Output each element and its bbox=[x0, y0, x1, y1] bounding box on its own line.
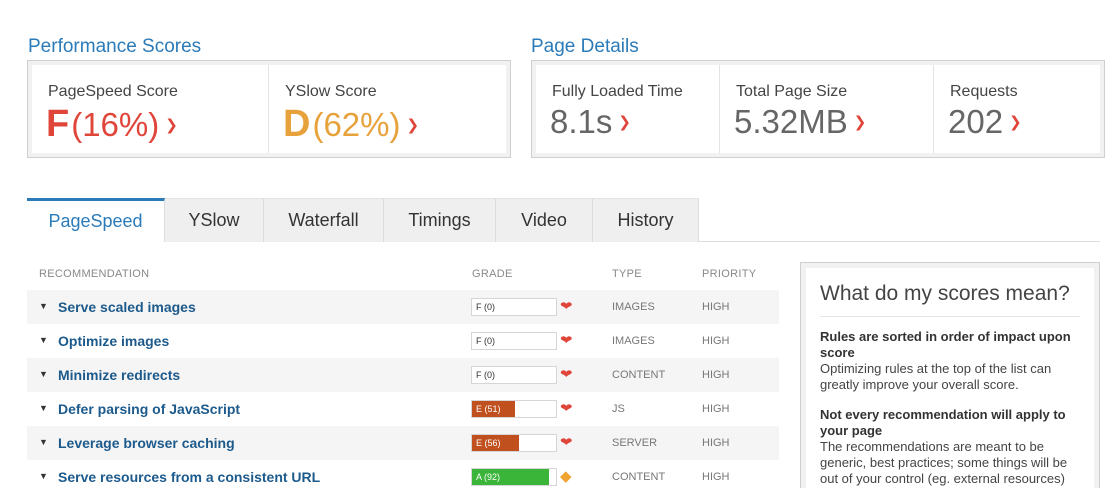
page-size-box: Total Page Size 5.32MB ❯ bbox=[720, 65, 934, 153]
recommendation-name[interactable]: Minimize redirects bbox=[58, 367, 180, 383]
pagespeed-score-box[interactable]: PageSpeed Score F (16%) ❯ bbox=[32, 65, 269, 153]
info-body: Optimizing rules at the top of the list … bbox=[820, 361, 1052, 392]
tab-yslow[interactable]: YSlow bbox=[165, 198, 264, 242]
page-details-panel: Fully Loaded Time 8.1s ❯ Total Page Size… bbox=[531, 60, 1105, 158]
grade-text: A (92) bbox=[476, 472, 501, 482]
chevron-down-icon: ❤ bbox=[560, 333, 573, 348]
yslow-grade: D bbox=[283, 103, 311, 145]
table-row[interactable]: ▼ Serve resources from a consistent URL … bbox=[27, 460, 779, 488]
info-heading: Rules are sorted in order of impact upon… bbox=[820, 329, 1071, 360]
requests-value: 202 ❯ bbox=[948, 103, 1022, 141]
grade-text: E (51) bbox=[476, 404, 501, 414]
requests-box: Requests 202 ❯ bbox=[934, 65, 1100, 153]
recommendation-name[interactable]: Optimize images bbox=[58, 333, 169, 349]
grade-bar: F (0) bbox=[471, 366, 557, 384]
yslow-score-value: D (62%) ❯ bbox=[283, 103, 419, 146]
tab-waterfall[interactable]: Waterfall bbox=[264, 198, 384, 242]
recommendation-priority: HIGH bbox=[702, 335, 730, 347]
triangle-down-icon[interactable]: ▼ bbox=[39, 437, 48, 447]
recommendation-type: IMAGES bbox=[612, 335, 655, 347]
triangle-down-icon[interactable]: ▼ bbox=[39, 369, 48, 379]
grade-bar: F (0) bbox=[471, 332, 557, 350]
grade-bar: E (56) bbox=[471, 434, 557, 452]
recommendation-name[interactable]: Defer parsing of JavaScript bbox=[58, 401, 240, 417]
triangle-down-icon[interactable]: ▼ bbox=[39, 403, 48, 413]
pagespeed-score-value: F (16%) ❯ bbox=[46, 103, 178, 146]
triangle-down-icon[interactable]: ▼ bbox=[39, 301, 48, 311]
recommendation-name[interactable]: Serve scaled images bbox=[58, 299, 196, 315]
info-body: The recommendations are meant to be gene… bbox=[820, 439, 1068, 488]
chevron-down-icon: ❤ bbox=[560, 367, 573, 382]
table-row[interactable]: ▼ Defer parsing of JavaScript E (51) ❤ J… bbox=[27, 392, 779, 426]
chevron-down-icon: ❤ bbox=[560, 435, 573, 450]
chevron-down-icon: ❯ bbox=[853, 114, 867, 131]
page-details-title: Page Details bbox=[531, 36, 639, 57]
recommendation-priority: HIGH bbox=[702, 301, 730, 313]
tab-pagespeed[interactable]: PageSpeed bbox=[27, 198, 165, 242]
tab-video[interactable]: Video bbox=[496, 198, 593, 242]
recommendation-table-header: RECOMMENDATION GRADE TYPE PRIORITY bbox=[27, 268, 779, 282]
report-tabs: PageSpeed YSlow Waterfall Timings Video … bbox=[27, 198, 699, 242]
pagespeed-score-label: PageSpeed Score bbox=[48, 83, 178, 100]
yslow-score-label: YSlow Score bbox=[285, 83, 377, 100]
table-row[interactable]: ▼ Serve scaled images F (0) ❤ IMAGES HIG… bbox=[27, 290, 779, 324]
recommendation-priority: HIGH bbox=[702, 471, 730, 483]
performance-scores-panel: PageSpeed Score F (16%) ❯ YSlow Score D … bbox=[27, 60, 511, 158]
grade-text: F (0) bbox=[476, 370, 495, 380]
info-heading: Not every recommendation will apply to y… bbox=[820, 407, 1066, 438]
yslow-score-box[interactable]: YSlow Score D (62%) ❯ bbox=[269, 65, 506, 153]
fully-loaded-label: Fully Loaded Time bbox=[552, 83, 683, 100]
yslow-percent: (62%) bbox=[312, 106, 401, 143]
fully-loaded-number: 8.1s bbox=[550, 103, 613, 140]
grade-bar: E (51) bbox=[471, 400, 557, 418]
grade-text: F (0) bbox=[476, 302, 495, 312]
triangle-down-icon[interactable]: ▼ bbox=[39, 335, 48, 345]
recommendation-type: IMAGES bbox=[612, 301, 655, 313]
performance-scores-title: Performance Scores bbox=[28, 36, 202, 57]
column-recommendation: RECOMMENDATION bbox=[39, 268, 150, 280]
pagespeed-percent: (16%) bbox=[71, 106, 160, 143]
grade-bar: F (0) bbox=[471, 298, 557, 316]
recommendation-name[interactable]: Leverage browser caching bbox=[58, 435, 235, 451]
page-size-label: Total Page Size bbox=[736, 83, 848, 100]
column-grade: GRADE bbox=[472, 268, 513, 280]
page-size-value: 5.32MB ❯ bbox=[734, 103, 866, 141]
table-row[interactable]: ▼ Minimize redirects F (0) ❤ CONTENT HIG… bbox=[27, 358, 779, 392]
chevron-down-icon: ❯ bbox=[406, 117, 420, 134]
recommendation-priority: HIGH bbox=[702, 403, 730, 415]
triangle-down-icon[interactable]: ▼ bbox=[39, 471, 48, 481]
chevron-down-icon: ❤ bbox=[560, 401, 573, 416]
tab-divider bbox=[699, 241, 1100, 242]
tab-history[interactable]: History bbox=[593, 198, 699, 242]
recommendation-name[interactable]: Serve resources from a consistent URL bbox=[58, 469, 320, 485]
recommendation-type: JS bbox=[612, 403, 625, 415]
table-row[interactable]: ▼ Optimize images F (0) ❤ IMAGES HIGH bbox=[27, 324, 779, 358]
chevron-down-icon: ❯ bbox=[618, 114, 631, 131]
recommendation-priority: HIGH bbox=[702, 437, 730, 449]
scores-info-panel: What do my scores mean? Rules are sorted… bbox=[800, 262, 1100, 488]
requests-number: 202 bbox=[948, 103, 1004, 140]
fully-loaded-value: 8.1s ❯ bbox=[550, 103, 631, 141]
pagespeed-grade: F bbox=[46, 103, 70, 145]
fully-loaded-box: Fully Loaded Time 8.1s ❯ bbox=[536, 65, 720, 153]
grade-bar: A (92) bbox=[471, 468, 557, 486]
recommendation-type: SERVER bbox=[612, 437, 658, 449]
scores-info-title: What do my scores mean? bbox=[820, 282, 1080, 317]
chevron-down-icon: ❯ bbox=[1009, 114, 1022, 131]
recommendation-priority: HIGH bbox=[702, 369, 730, 381]
grade-text: E (56) bbox=[476, 438, 501, 448]
table-row[interactable]: ▼ Leverage browser caching E (56) ❤ SERV… bbox=[27, 426, 779, 460]
grade-text: F (0) bbox=[476, 336, 495, 346]
page-size-number: 5.32MB bbox=[734, 103, 848, 140]
diamond-icon: ◆ bbox=[560, 468, 572, 485]
column-priority: PRIORITY bbox=[702, 268, 757, 280]
chevron-down-icon: ❤ bbox=[560, 299, 573, 314]
chevron-down-icon: ❯ bbox=[165, 117, 178, 134]
scores-info-inner: What do my scores mean? Rules are sorted… bbox=[806, 268, 1094, 488]
column-type: TYPE bbox=[612, 268, 642, 280]
requests-label: Requests bbox=[950, 83, 1018, 100]
tab-timings[interactable]: Timings bbox=[384, 198, 496, 242]
recommendation-type: CONTENT bbox=[612, 369, 666, 381]
recommendation-type: CONTENT bbox=[612, 471, 666, 483]
